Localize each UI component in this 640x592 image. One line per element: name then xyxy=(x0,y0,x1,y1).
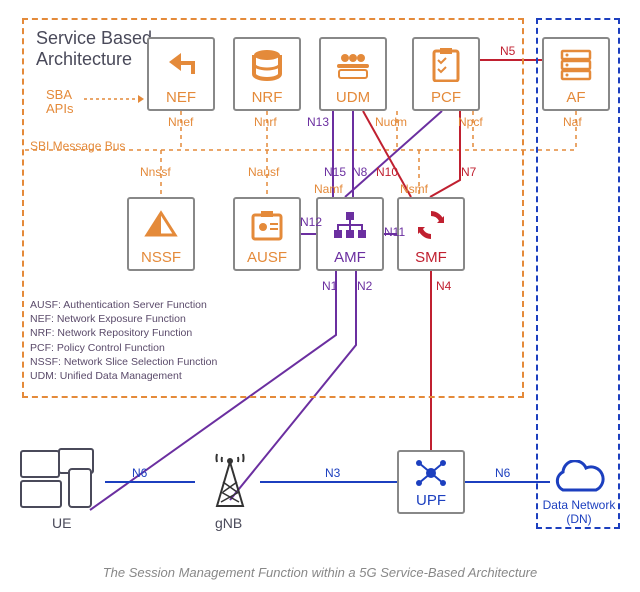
gloss-1: NEF: Network Exposure Function xyxy=(30,312,217,326)
slice-icon xyxy=(143,199,179,250)
nrf-label: NRF xyxy=(252,90,283,105)
sba-apis-label: SBA APIs xyxy=(46,88,86,117)
nudm: Nudm xyxy=(375,115,407,129)
af-label: AF xyxy=(566,90,585,105)
nssf-box: NSSF xyxy=(127,197,195,271)
ausf-label: AUSF xyxy=(247,250,287,265)
laptop-icon xyxy=(20,450,60,478)
gnb-icon xyxy=(205,452,255,515)
af-box: AF xyxy=(542,37,610,111)
checklist-icon xyxy=(431,39,461,90)
amf-label: AMF xyxy=(334,250,366,265)
nef-box: NEF xyxy=(147,37,215,111)
nnef: Nnef xyxy=(168,115,193,129)
gloss-3: PCF: Policy Control Function xyxy=(30,341,217,355)
namf: Namf xyxy=(314,182,343,196)
database-icon xyxy=(250,39,284,90)
gloss-4: NSSF: Network Slice Selection Function xyxy=(30,355,217,369)
diagram-canvas: Service Based Architecture SBA APIs SBI … xyxy=(0,0,640,592)
tablet-icon xyxy=(20,480,62,508)
n8: N8 xyxy=(352,165,367,179)
smf-label: SMF xyxy=(415,250,447,265)
nrf-box: NRF xyxy=(233,37,301,111)
nnrf: Nnrf xyxy=(254,115,277,129)
naf: Naf xyxy=(563,115,582,129)
upf-box: UPF xyxy=(397,450,465,514)
npcf: Npcf xyxy=(458,115,483,129)
server-icon xyxy=(559,39,593,90)
udm-box: UDM xyxy=(319,37,387,111)
n2: N2 xyxy=(357,279,372,293)
n6l: N6 xyxy=(132,466,147,480)
glossary: AUSF: Authentication Server Function NEF… xyxy=(30,298,217,383)
n6r: N6 xyxy=(495,466,510,480)
n10: N10 xyxy=(376,165,398,179)
hub-icon xyxy=(414,452,448,493)
smf-box: SMF xyxy=(397,197,465,271)
nssf-label: NSSF xyxy=(141,250,181,265)
nsmf: Nsmf xyxy=(400,182,428,196)
n13: N13 xyxy=(307,115,329,129)
upf-label: UPF xyxy=(416,493,446,508)
pcf-box: PCF xyxy=(412,37,480,111)
n11: N11 xyxy=(384,225,405,239)
amf-box: AMF xyxy=(316,197,384,271)
dn-label: Data Network (DN) xyxy=(540,498,618,526)
sba-api-arrow xyxy=(84,92,144,110)
n1: N1 xyxy=(322,279,337,293)
phone-icon xyxy=(68,468,92,508)
ue-devices xyxy=(20,450,105,510)
reply-icon xyxy=(163,39,199,90)
caption: The Session Management Function within a… xyxy=(0,565,640,580)
n5: N5 xyxy=(500,44,515,58)
n12: N12 xyxy=(300,215,322,229)
id-badge-icon xyxy=(250,199,284,250)
gloss-2: NRF: Network Repository Function xyxy=(30,326,217,340)
pcf-label: PCF xyxy=(431,90,461,105)
gloss-5: UDM: Unified Data Management xyxy=(30,369,217,383)
n15: N15 xyxy=(324,165,346,179)
n4: N4 xyxy=(436,279,451,293)
ausf-box: AUSF xyxy=(233,197,301,271)
n3: N3 xyxy=(325,466,340,480)
nef-label: NEF xyxy=(166,90,196,105)
nnssf: Nnssf xyxy=(140,165,171,179)
sync-icon xyxy=(414,199,448,250)
hierarchy-icon xyxy=(332,199,368,250)
nausf: Nausf xyxy=(248,165,279,179)
gloss-0: AUSF: Authentication Server Function xyxy=(30,298,217,312)
sbi-bus-label: SBI Message Bus xyxy=(30,139,125,153)
ue-label: UE xyxy=(52,515,71,531)
n7: N7 xyxy=(461,165,476,179)
gnb-label: gNB xyxy=(215,515,242,531)
users-icon xyxy=(333,39,373,90)
udm-label: UDM xyxy=(336,90,370,105)
